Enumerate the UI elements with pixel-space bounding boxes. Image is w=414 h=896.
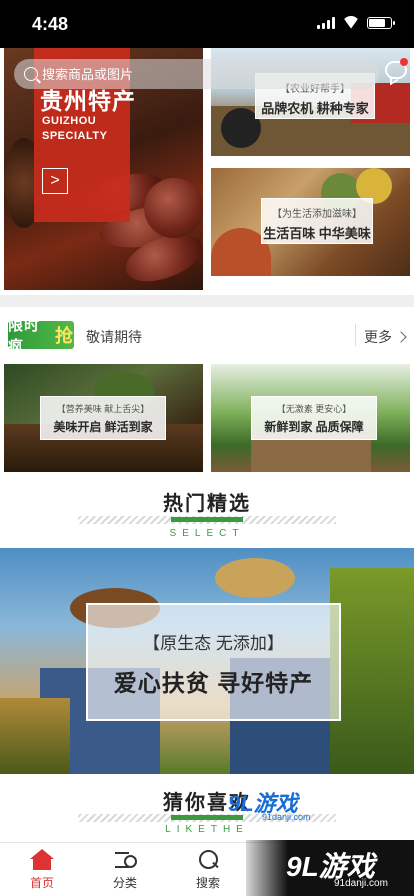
more-link[interactable]: 更多 (364, 327, 407, 347)
hero-banner[interactable]: 【原生态 无添加】 爱心扶贫 寻好特产 (0, 548, 414, 774)
hero-tag: 【原生态 无添加】 爱心扶贫 寻好特产 (86, 603, 341, 721)
category-icon (113, 849, 137, 871)
promo-tile-fresh-delivery[interactable]: 【营养美味 献上舌尖】 美味开启 鲜活到家 (4, 364, 203, 472)
search-input[interactable] (42, 66, 342, 82)
status-bar: 4:48 (0, 0, 414, 48)
search-icon (24, 67, 38, 81)
banner-subtitle: GUIZHOU SPECIALTY (42, 115, 108, 142)
status-icons (317, 16, 395, 29)
home-icon (30, 849, 54, 871)
notification-dot (400, 58, 408, 66)
watermark-url: 91danji.com (262, 812, 311, 822)
flash-sale-row: 限时疯抢 敬请期待 更多 (0, 317, 414, 355)
tab-home[interactable]: 首页 (12, 849, 72, 891)
status-time: 4:48 (32, 14, 69, 34)
banner-arrow-button[interactable]: > (42, 168, 68, 194)
flash-sale-status: 敬请期待 (86, 329, 142, 345)
section-title-hot: 热门精选 (163, 493, 251, 515)
wifi-icon (342, 16, 360, 29)
section-title-guess: 猜你喜欢 (163, 792, 251, 814)
banner-tag: 【为生活添加滋味】 生活百味 中华美味 (261, 198, 373, 244)
promo-tag: 【营养美味 献上舌尖】 美味开启 鲜活到家 (40, 396, 166, 440)
section-subtitle-hot: SELECT (169, 528, 245, 539)
divider (0, 295, 414, 307)
section-underline (171, 517, 243, 522)
battery-icon (367, 16, 395, 29)
watermark-corner-url: 91danji.com (334, 878, 388, 889)
signal-icon (317, 16, 335, 29)
tab-category[interactable]: 分类 (95, 849, 155, 891)
promo-tag: 【无激素 更安心】 新鲜到家 品质保障 (251, 396, 377, 440)
tab-search[interactable]: 搜索 (178, 849, 238, 891)
divider (355, 324, 356, 346)
search-bar[interactable] (14, 59, 379, 89)
flash-sale-logo: 限时疯抢 (8, 317, 74, 355)
search-icon (196, 849, 220, 871)
promo-tile-quality[interactable]: 【无激素 更安心】 新鲜到家 品质保障 (211, 364, 410, 472)
section-subtitle-guess: LIKETHE (165, 824, 249, 835)
chevron-right-icon (395, 331, 407, 343)
banner-spices[interactable]: 【为生活添加滋味】 生活百味 中华美味 (211, 168, 410, 276)
